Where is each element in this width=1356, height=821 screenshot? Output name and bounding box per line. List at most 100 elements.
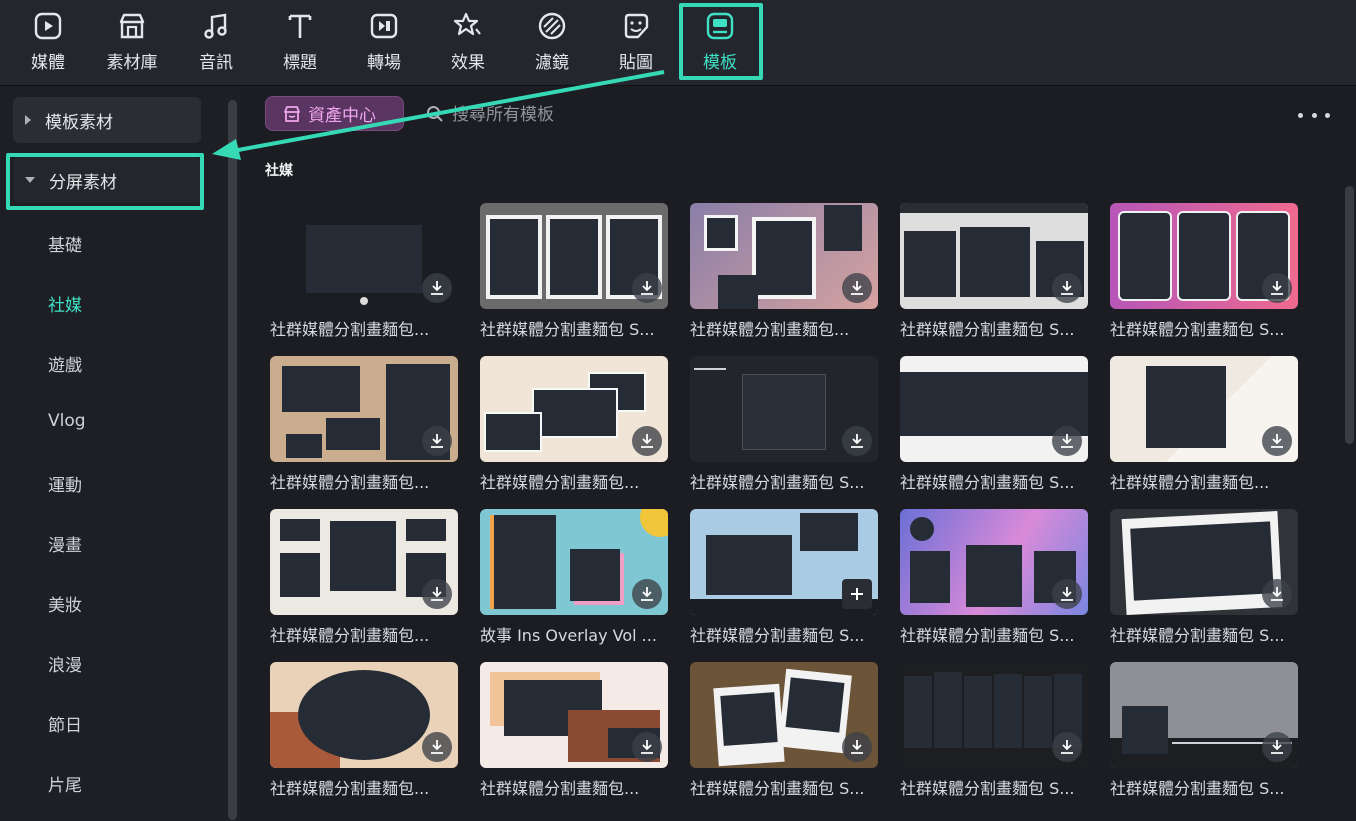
toolbar-item-effects[interactable]: 效果 xyxy=(433,8,503,74)
template-title: 社群媒體分割畫麵包 S... xyxy=(1110,626,1285,645)
download-icon[interactable] xyxy=(422,273,452,303)
toolbar-item-audio[interactable]: 音訊 xyxy=(181,8,251,74)
sidebar-item-basic[interactable]: 基礎 xyxy=(48,231,82,256)
template-title: 社群媒體分割畫麵包... xyxy=(690,320,850,339)
filter-icon xyxy=(538,12,566,40)
download-icon[interactable] xyxy=(632,426,662,456)
template-card[interactable]: 社群媒體分割畫麵包 S... xyxy=(690,356,878,493)
effects-icon xyxy=(453,12,481,36)
sidebar-group-label: 模板素材 xyxy=(45,112,113,133)
template-card[interactable]: 社群媒體分割畫麵包 S... xyxy=(1110,662,1298,799)
main-scrollbar[interactable] xyxy=(1345,186,1354,444)
media-icon xyxy=(34,12,62,40)
sidebar-item-romance[interactable]: 浪漫 xyxy=(48,651,82,676)
template-card[interactable]: 社群媒體分割畫麵包... xyxy=(270,509,458,646)
sidebar-group-split-screen[interactable]: 分屏素材 xyxy=(13,157,201,203)
search-icon xyxy=(427,106,443,122)
add-icon[interactable] xyxy=(842,579,872,609)
download-icon[interactable] xyxy=(1262,273,1292,303)
template-card[interactable]: 社群媒體分割畫麵包 S... xyxy=(1110,203,1298,340)
sidebar: 模板素材 分屏素材 基礎 社媒 遊戲 Vlog 運動 漫畫 美妝 浪漫 節日 片… xyxy=(0,87,240,821)
template-card[interactable]: 社群媒體分割畫麵包... xyxy=(690,203,878,340)
template-thumbnail xyxy=(1110,662,1298,768)
toolbar-item-titles[interactable]: 標題 xyxy=(265,8,335,74)
download-icon[interactable] xyxy=(842,273,872,303)
section-title: 社媒 xyxy=(265,163,293,179)
template-card[interactable]: 社群媒體分割畫麵包 S... xyxy=(1110,509,1298,646)
template-card[interactable]: 社群媒體分割畫麵包 S... xyxy=(690,509,878,646)
template-title: 社群媒體分割畫麵包... xyxy=(480,779,640,798)
download-icon[interactable] xyxy=(1052,426,1082,456)
download-icon[interactable] xyxy=(842,426,872,456)
template-thumbnail xyxy=(270,203,458,309)
template-title: 社群媒體分割畫麵包 S... xyxy=(480,320,655,339)
sidebar-item-sports[interactable]: 運動 xyxy=(48,471,82,496)
toolbar-item-templates[interactable]: 模板 xyxy=(685,8,755,74)
template-title: 社群媒體分割畫麵包 S... xyxy=(900,779,1075,798)
sidebar-item-holiday[interactable]: 節日 xyxy=(48,711,82,736)
toolbar-item-stickers[interactable]: 貼圖 xyxy=(601,8,671,74)
download-icon[interactable] xyxy=(632,732,662,762)
template-icon xyxy=(706,12,734,40)
text-icon xyxy=(288,14,312,38)
sidebar-item-comics[interactable]: 漫畫 xyxy=(48,531,82,556)
download-icon[interactable] xyxy=(422,426,452,456)
template-thumbnail xyxy=(900,203,1088,309)
template-card[interactable]: 社群媒體分割畫麵包... xyxy=(270,662,458,799)
template-card[interactable]: 社群媒體分割畫麵包 S... xyxy=(900,509,1088,646)
template-card[interactable]: 故事 Ins Overlay Vol ... xyxy=(480,509,668,646)
template-card[interactable]: 社群媒體分割畫麵包 S... xyxy=(900,662,1088,799)
template-card[interactable]: 社群媒體分割畫麵包 S... xyxy=(900,356,1088,493)
sidebar-scrollbar[interactable] xyxy=(228,100,237,820)
download-icon[interactable] xyxy=(1052,732,1082,762)
sidebar-group-label: 分屏素材 xyxy=(49,172,117,193)
sidebar-item-outro[interactable]: 片尾 xyxy=(48,771,82,796)
template-title: 社群媒體分割畫麵包... xyxy=(270,320,430,339)
toolbar-label: 標題 xyxy=(283,53,317,73)
toolbar-label: 音訊 xyxy=(199,53,233,73)
toolbar-label: 素材庫 xyxy=(106,53,158,73)
template-thumbnail xyxy=(690,203,878,309)
template-title: 社群媒體分割畫麵包... xyxy=(270,779,430,798)
toolbar-item-filters[interactable]: 濾鏡 xyxy=(517,8,587,74)
music-note-icon xyxy=(204,13,227,39)
asset-center-button[interactable]: 資產中心 xyxy=(265,96,404,131)
template-thumbnail xyxy=(270,509,458,615)
download-icon[interactable] xyxy=(422,732,452,762)
toolbar-item-media[interactable]: 媒體 xyxy=(13,8,83,74)
sidebar-item-vlog[interactable]: Vlog xyxy=(48,411,86,431)
toolbar-item-stock[interactable]: 素材庫 xyxy=(97,8,167,74)
download-icon[interactable] xyxy=(1052,273,1082,303)
template-card[interactable]: 社群媒體分割畫麵包... xyxy=(480,662,668,799)
more-options-icon[interactable] xyxy=(1298,108,1330,122)
sidebar-item-social[interactable]: 社媒 xyxy=(48,291,82,316)
download-icon[interactable] xyxy=(842,732,872,762)
download-icon[interactable] xyxy=(422,579,452,609)
template-title: 社群媒體分割畫麵包... xyxy=(270,626,430,645)
template-card[interactable]: 社群媒體分割畫麵包 S... xyxy=(480,203,668,340)
download-icon[interactable] xyxy=(1052,579,1082,609)
template-card[interactable]: 社群媒體分割畫麵包... xyxy=(480,356,668,493)
sidebar-group-template-assets[interactable]: 模板素材 xyxy=(13,97,201,143)
sidebar-item-beauty[interactable]: 美妝 xyxy=(48,591,82,616)
download-icon[interactable] xyxy=(632,579,662,609)
template-card[interactable]: 社群媒體分割畫麵包 S... xyxy=(900,203,1088,340)
template-thumbnail xyxy=(480,203,668,309)
download-icon[interactable] xyxy=(1262,732,1292,762)
template-card[interactable]: 社群媒體分割畫麵包... xyxy=(270,356,458,493)
toolbar-label: 貼圖 xyxy=(619,53,653,73)
search-input[interactable] xyxy=(452,100,752,130)
template-title: 社群媒體分割畫麵包 S... xyxy=(900,473,1075,492)
template-thumbnail xyxy=(690,356,878,462)
download-icon[interactable] xyxy=(632,273,662,303)
toolbar-label: 效果 xyxy=(451,53,485,73)
template-card[interactable]: 社群媒體分割畫麵包 S... xyxy=(690,662,878,799)
template-card[interactable]: 社群媒體分割畫麵包... xyxy=(1110,356,1298,493)
toolbar-item-transitions[interactable]: 轉場 xyxy=(349,8,419,74)
template-thumbnail xyxy=(1110,509,1298,615)
template-title: 社群媒體分割畫麵包 S... xyxy=(690,779,865,798)
download-icon[interactable] xyxy=(1262,579,1292,609)
template-card[interactable]: 社群媒體分割畫麵包... xyxy=(270,203,458,340)
download-icon[interactable] xyxy=(1262,426,1292,456)
sidebar-item-games[interactable]: 遊戲 xyxy=(48,351,82,376)
